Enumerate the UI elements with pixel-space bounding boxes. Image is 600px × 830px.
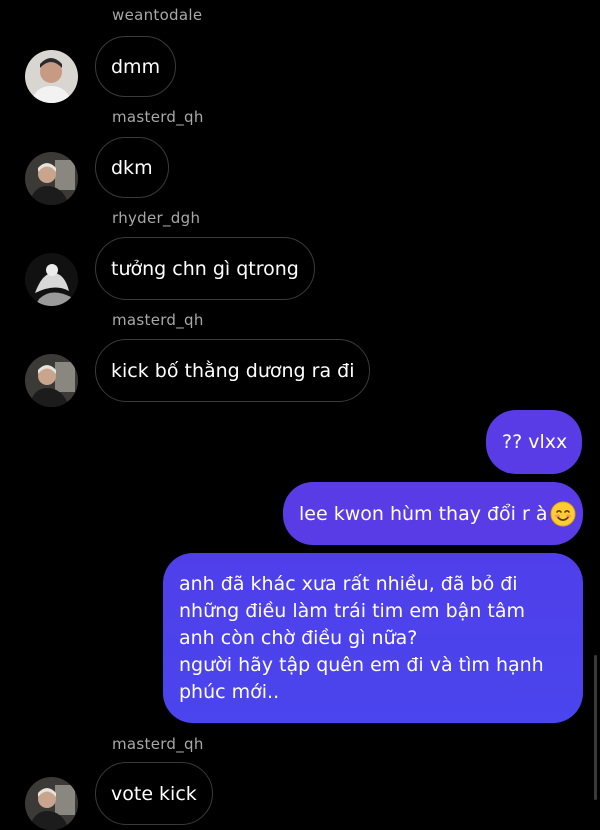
- message-text: tưởng chn gì qtrong: [111, 257, 299, 280]
- incoming-message-bubble[interactable]: kick bố thằng dương ra đi: [95, 339, 371, 402]
- avatar-photo-icon: [25, 50, 78, 103]
- message-text: lee kwon hùm thay đổi r à: [299, 502, 548, 525]
- incoming-message-bubble[interactable]: dmm: [95, 36, 177, 97]
- avatar[interactable]: [25, 50, 78, 103]
- incoming-message-bubble[interactable]: dkm: [95, 137, 169, 198]
- outgoing-message-bubble[interactable]: ?? vlxx: [486, 410, 582, 474]
- message-line: anh còn chờ điều gì nữa?: [179, 627, 418, 649]
- message-text: vote kick: [111, 782, 197, 805]
- message-line: những điều làm trái tim em bận tâm: [179, 600, 525, 622]
- message-text: dkm: [111, 156, 153, 179]
- message-text: kick bố thằng dương ra đi: [111, 359, 355, 382]
- smiling-face-icon: [550, 501, 576, 527]
- message-text: ?? vlxx: [502, 431, 568, 453]
- avatar[interactable]: [25, 253, 78, 306]
- avatar-photo-icon: [25, 253, 78, 306]
- sender-username[interactable]: masterd_qh: [112, 108, 204, 126]
- outgoing-message-bubble[interactable]: anh đã khác xưa rất nhiều, đã bỏ đi nhữn…: [163, 553, 583, 723]
- avatar-photo-icon: [25, 777, 78, 830]
- sender-username[interactable]: masterd_qh: [112, 311, 204, 329]
- message-line: anh đã khác xưa rất nhiều, đã bỏ đi: [179, 573, 518, 595]
- message-line: người hãy tập quên em đi và tìm hạnh: [179, 654, 544, 676]
- avatar[interactable]: [25, 354, 78, 407]
- sender-username[interactable]: masterd_qh: [112, 735, 204, 753]
- avatar[interactable]: [25, 777, 78, 830]
- avatar-photo-icon: [25, 354, 78, 407]
- sender-username[interactable]: weantodale: [112, 6, 202, 24]
- message-line: phúc mới..: [179, 681, 280, 703]
- sender-username[interactable]: rhyder_dgh: [112, 209, 200, 227]
- avatar[interactable]: [25, 152, 78, 205]
- outgoing-message-bubble[interactable]: lee kwon hùm thay đổi r à: [283, 482, 583, 545]
- incoming-message-bubble[interactable]: vote kick: [95, 762, 213, 825]
- incoming-message-bubble[interactable]: tưởng chn gì qtrong: [95, 237, 315, 300]
- avatar-photo-icon: [25, 152, 78, 205]
- scrollbar[interactable]: [594, 655, 597, 800]
- message-text: dmm: [111, 55, 161, 78]
